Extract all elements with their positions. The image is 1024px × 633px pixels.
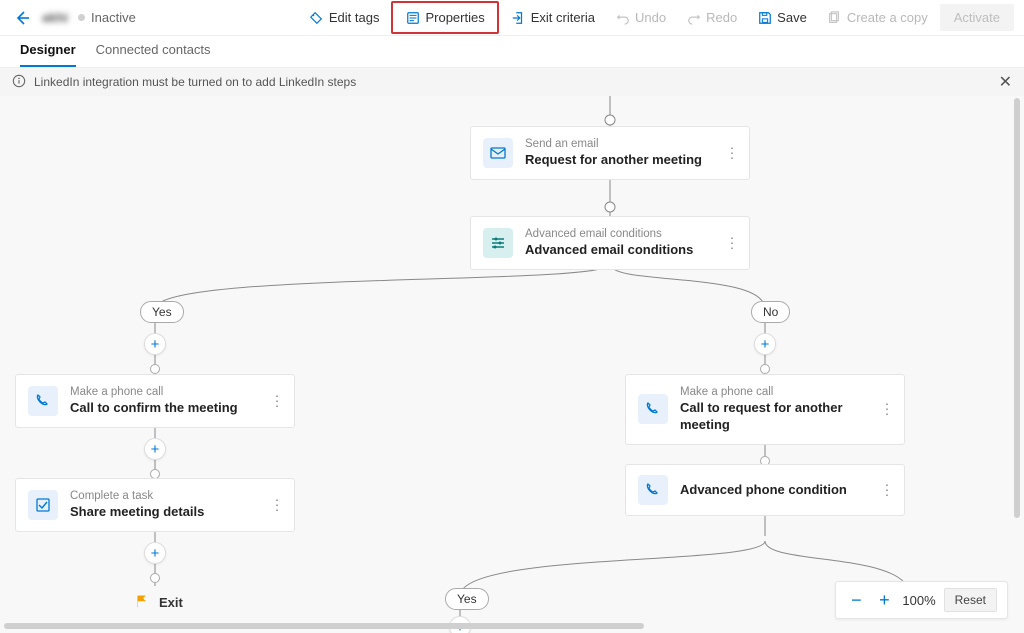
node-menu-button[interactable]: ⋮ xyxy=(270,503,284,506)
connector-ring xyxy=(150,573,160,583)
zoom-controls: − + 100% Reset xyxy=(835,581,1008,619)
zoom-out-button[interactable]: − xyxy=(846,590,866,611)
properties-icon xyxy=(405,10,420,25)
node-main: Call to confirm the meeting xyxy=(70,400,238,417)
tab-connected-contacts[interactable]: Connected contacts xyxy=(96,36,211,67)
create-copy-button[interactable]: Create a copy xyxy=(819,5,936,30)
save-icon xyxy=(757,10,772,25)
properties-button[interactable]: Properties xyxy=(397,5,492,30)
zoom-in-button[interactable]: + xyxy=(874,590,894,611)
node-main: Share meeting details xyxy=(70,504,204,521)
node-sub: Make a phone call xyxy=(680,385,892,400)
add-step-button[interactable]: + xyxy=(144,542,166,564)
branch-yes: Yes xyxy=(445,588,489,610)
node-call-request[interactable]: Make a phone call Call to request for an… xyxy=(625,374,905,445)
node-sub: Send an email xyxy=(525,137,702,152)
node-menu-button[interactable]: ⋮ xyxy=(725,241,739,244)
properties-highlight: Properties xyxy=(391,1,498,34)
node-main: Request for another meeting xyxy=(525,152,702,169)
undo-icon xyxy=(615,10,630,25)
exit-icon xyxy=(511,10,526,25)
node-sub: Complete a task xyxy=(70,489,204,504)
undo-label: Undo xyxy=(635,10,666,25)
email-icon xyxy=(483,138,513,168)
connector-ring xyxy=(150,364,160,374)
horizontal-scrollbar[interactable] xyxy=(4,623,644,629)
flag-icon xyxy=(135,594,149,611)
infobar-message: LinkedIn integration must be turned on t… xyxy=(34,75,356,89)
exit-criteria-label: Exit criteria xyxy=(531,10,595,25)
redo-button[interactable]: Redo xyxy=(678,5,745,30)
node-call-confirm[interactable]: Make a phone call Call to confirm the me… xyxy=(15,374,295,428)
status-dot-icon xyxy=(78,14,85,21)
node-task-share[interactable]: Complete a task Share meeting details ⋮ xyxy=(15,478,295,532)
undo-button[interactable]: Undo xyxy=(607,5,674,30)
save-label: Save xyxy=(777,10,807,25)
designer-canvas[interactable]: Send an email Request for another meetin… xyxy=(0,96,1024,633)
exit-step[interactable]: Exit xyxy=(135,594,183,611)
activate-label: Activate xyxy=(954,10,1000,25)
exit-criteria-button[interactable]: Exit criteria xyxy=(503,5,603,30)
back-button[interactable] xyxy=(10,6,34,30)
phone-condition-icon xyxy=(638,475,668,505)
status-label: Inactive xyxy=(91,10,136,25)
node-menu-button[interactable]: ⋮ xyxy=(270,399,284,402)
save-button[interactable]: Save xyxy=(749,5,815,30)
tag-icon xyxy=(309,10,324,25)
copy-icon xyxy=(827,10,842,25)
node-sub: Make a phone call xyxy=(70,385,238,400)
connector-ring xyxy=(760,364,770,374)
node-menu-button[interactable]: ⋮ xyxy=(880,408,894,411)
node-main: Advanced phone condition xyxy=(680,482,847,499)
zoom-level: 100% xyxy=(902,593,935,608)
redo-label: Redo xyxy=(706,10,737,25)
zoom-reset-button[interactable]: Reset xyxy=(944,588,997,612)
node-email-conditions[interactable]: Advanced email conditions Advanced email… xyxy=(470,216,750,270)
info-icon xyxy=(12,74,26,91)
node-main: Advanced email conditions xyxy=(525,242,693,259)
add-step-button[interactable]: + xyxy=(144,438,166,460)
task-icon xyxy=(28,490,58,520)
tab-designer-label: Designer xyxy=(20,42,76,57)
edit-tags-button[interactable]: Edit tags xyxy=(301,5,388,30)
node-menu-button[interactable]: ⋮ xyxy=(725,151,739,154)
add-step-button[interactable]: + xyxy=(144,333,166,355)
tab-designer[interactable]: Designer xyxy=(20,36,76,67)
node-menu-button[interactable]: ⋮ xyxy=(880,489,894,492)
tab-connected-contacts-label: Connected contacts xyxy=(96,42,211,57)
infobar-close-button[interactable]: ✕ xyxy=(999,72,1012,92)
record-name: akhi xyxy=(42,10,68,25)
branch-no: No xyxy=(751,301,790,323)
node-sub: Advanced email conditions xyxy=(525,227,693,242)
create-copy-label: Create a copy xyxy=(847,10,928,25)
exit-label: Exit xyxy=(159,595,183,610)
node-send-email[interactable]: Send an email Request for another meetin… xyxy=(470,126,750,180)
phone-icon xyxy=(28,386,58,416)
activate-button[interactable]: Activate xyxy=(940,4,1014,31)
redo-icon xyxy=(686,10,701,25)
vertical-scrollbar[interactable] xyxy=(1014,98,1020,518)
branch-yes: Yes xyxy=(140,301,184,323)
phone-icon xyxy=(638,394,668,424)
add-step-button[interactable]: + xyxy=(754,333,776,355)
status-badge: Inactive xyxy=(78,10,136,25)
properties-label: Properties xyxy=(425,10,484,25)
edit-tags-label: Edit tags xyxy=(329,10,380,25)
node-main: Call to request for another meeting xyxy=(680,400,892,434)
node-phone-condition[interactable]: Advanced phone condition ⋮ xyxy=(625,464,905,516)
conditions-icon xyxy=(483,228,513,258)
